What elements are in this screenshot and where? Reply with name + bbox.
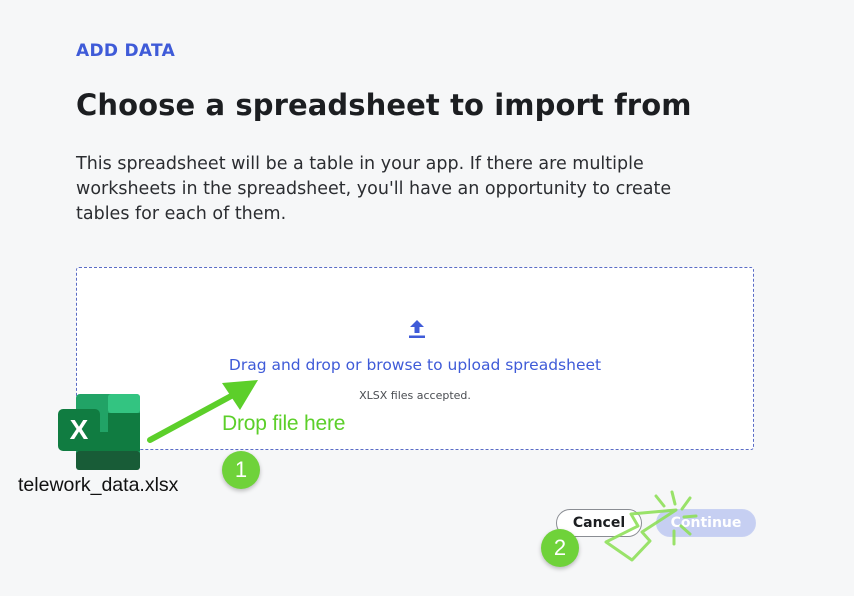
excel-icon[interactable]: X — [56, 392, 142, 472]
file-name: telework_data.xlsx — [18, 474, 179, 496]
continue-button[interactable]: Continue — [656, 509, 756, 537]
browse-upload-link[interactable]: Drag and drop or browse to upload spread… — [77, 356, 753, 374]
upload-icon — [409, 320, 425, 338]
step-badge-1: 1 — [222, 451, 260, 489]
upload-dropzone[interactable]: Drag and drop or browse to upload spread… — [76, 267, 754, 450]
drop-file-label: Drop file here — [222, 412, 346, 435]
accepted-files-note: XLSX files accepted. — [359, 389, 471, 402]
step-badge-2: 2 — [541, 529, 579, 567]
add-data-eyebrow: ADD DATA — [76, 41, 176, 61]
page-title: Choose a spreadsheet to import from — [76, 88, 692, 122]
excel-icon-letter: X — [70, 414, 89, 445]
page-description: This spreadsheet will be a table in your… — [76, 154, 672, 224]
